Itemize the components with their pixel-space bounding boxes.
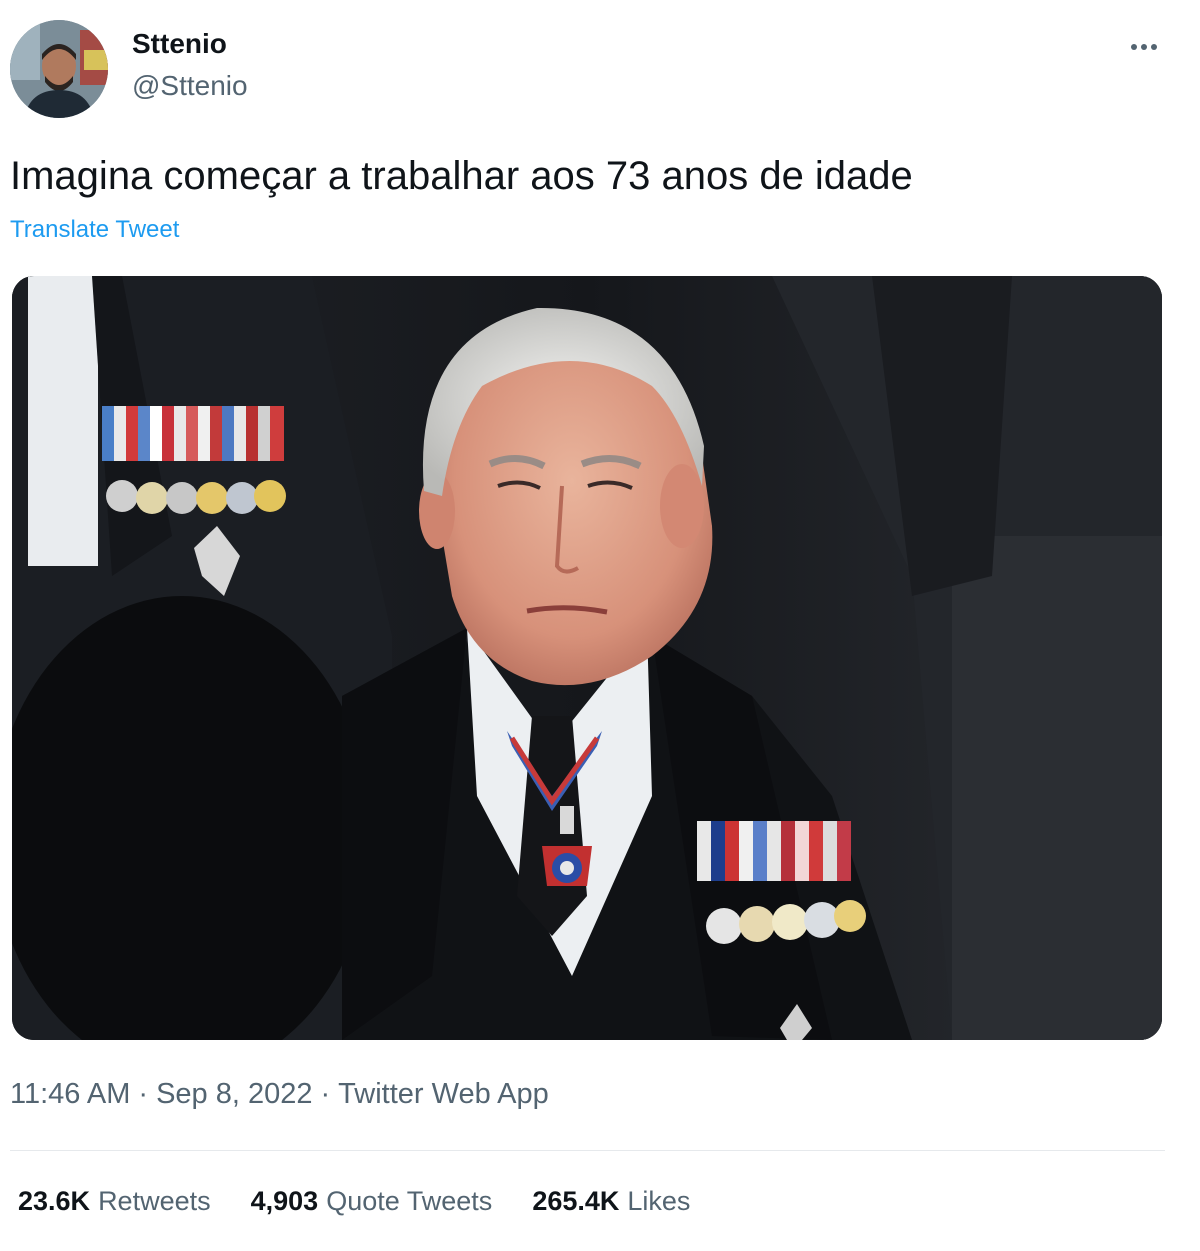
meta-separator: · — [320, 1078, 331, 1110]
translate-tweet-link[interactable]: Translate Tweet — [10, 216, 179, 244]
tweet-media-photo[interactable] — [12, 276, 1162, 1040]
tweet-date[interactable]: Sep 8, 2022 — [156, 1078, 312, 1110]
tweet-metadata: 11:46 AM · Sep 8, 2022 · Twitter Web App — [10, 1078, 549, 1111]
divider — [10, 1150, 1165, 1151]
more-horizontal-icon-dot — [1141, 44, 1147, 50]
quote-tweets-stat[interactable]: 4,903 Quote Tweets — [251, 1186, 493, 1217]
quote-tweets-count: 4,903 — [250, 1186, 319, 1216]
likes-stat[interactable]: 265.4K Likes — [532, 1186, 690, 1217]
retweets-stat[interactable]: 23.6K Retweets — [18, 1186, 211, 1217]
more-horizontal-icon — [1131, 44, 1137, 50]
tweet-time[interactable]: 11:46 AM — [10, 1078, 130, 1110]
tweet-stats: 23.6K Retweets 4,903 Quote Tweets 265.4K Li… — [18, 1186, 690, 1217]
retweets-count: 23.6K — [18, 1186, 91, 1216]
author-avatar[interactable] — [10, 20, 108, 118]
tweet-text: Imagina começar a trabalhar aos 73 anos … — [10, 154, 913, 198]
quote-tweets-label: Quote Tweets — [326, 1186, 493, 1216]
retweets-label: Retweets — [98, 1186, 211, 1216]
avatar-photo — [10, 20, 108, 118]
author-handle[interactable]: @Sttenio — [132, 70, 248, 102]
likes-label: Likes — [627, 1186, 691, 1216]
photo-image — [12, 276, 1162, 1040]
meta-separator: · — [138, 1078, 149, 1110]
tweet-source[interactable]: Twitter Web App — [338, 1078, 549, 1110]
more-options-button[interactable] — [1124, 30, 1164, 64]
author-display-name[interactable]: Sttenio — [132, 28, 227, 60]
more-horizontal-icon-dot — [1151, 44, 1157, 50]
likes-count: 265.4K — [532, 1186, 620, 1216]
